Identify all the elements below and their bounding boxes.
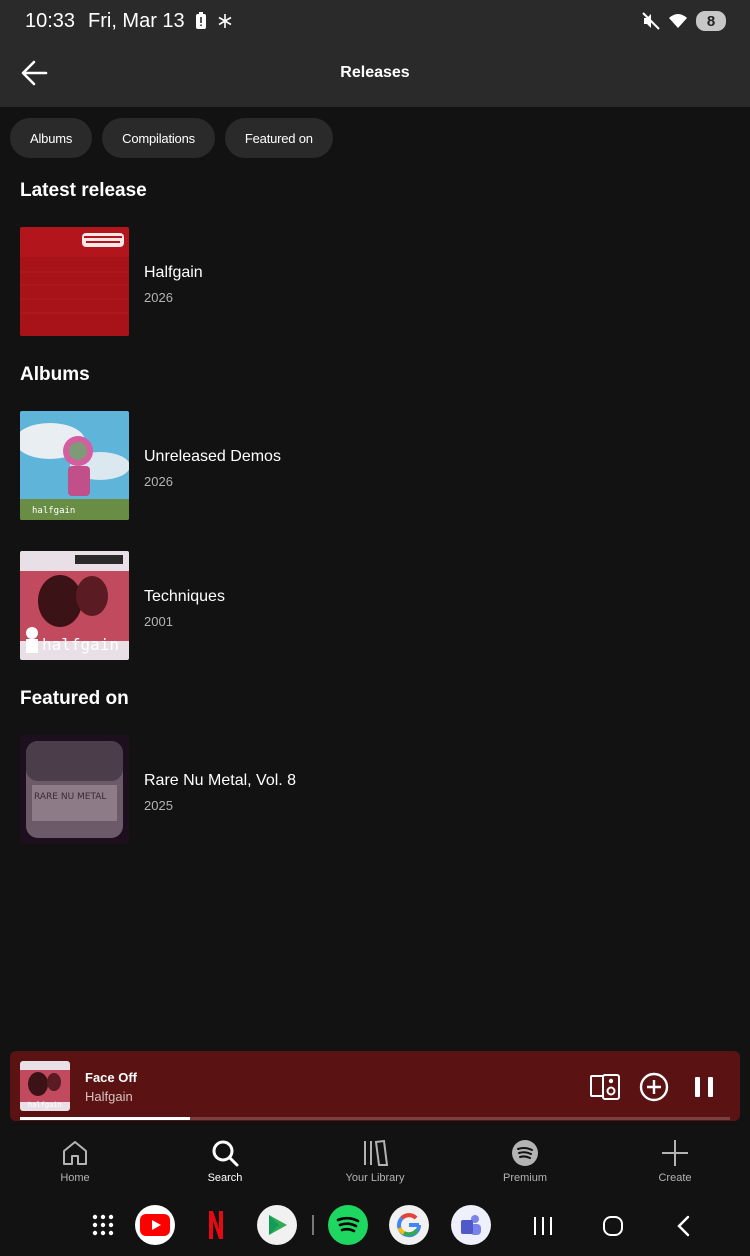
mini-player[interactable]: halfgain Face Off Halfgain: [10, 1051, 740, 1121]
chip-featured-on[interactable]: Featured on: [224, 118, 333, 158]
nav-home[interactable]: Home: [20, 1138, 130, 1184]
album-year: 2026: [144, 474, 173, 489]
battery-badge: 8: [696, 11, 726, 31]
nav-premium[interactable]: Premium: [470, 1138, 580, 1184]
svg-text:halfgain: halfgain: [42, 635, 119, 654]
page-title: Releases: [340, 64, 410, 81]
spotify-app-icon[interactable]: [328, 1205, 368, 1245]
teams-icon[interactable]: [451, 1205, 491, 1245]
featured-title: Rare Nu Metal, Vol. 8: [144, 772, 297, 789]
section-title-featured: Featured on: [20, 688, 129, 709]
album-row[interactable]: halfgain Unreleased Demos 2026: [20, 411, 730, 521]
nav-create-label: Create: [658, 1172, 692, 1184]
nav-create[interactable]: Create: [620, 1138, 730, 1184]
unreleased-demos-cover: halfgain: [20, 411, 129, 520]
play-games-icon[interactable]: [257, 1205, 297, 1245]
battery-alert-icon: [196, 12, 206, 29]
section-title-albums: Albums: [20, 364, 90, 385]
release-year: 2026: [144, 290, 173, 305]
progress-fill: [20, 1117, 191, 1120]
filter-chips: Albums Compilations Featured on: [10, 118, 333, 158]
add-to-playlist-icon[interactable]: [637, 1070, 671, 1104]
library-icon: [364, 1139, 389, 1166]
wifi-icon: [669, 14, 687, 28]
connect-device-icon[interactable]: [588, 1070, 622, 1104]
android-dock: [0, 1198, 750, 1256]
release-row[interactable]: Halfgain 2026: [20, 227, 730, 337]
nav-search[interactable]: Search: [170, 1138, 280, 1184]
halfgain-cover: [20, 227, 129, 336]
album-year: 2001: [144, 614, 173, 629]
nav-library-label: Your Library: [345, 1172, 405, 1184]
chip-compilations[interactable]: Compilations: [102, 118, 215, 158]
album-title: Techniques: [144, 588, 225, 605]
status-time: 10:33: [25, 10, 76, 32]
status-bar: 10:33 Fri, Mar 13 8: [0, 0, 750, 44]
plus-icon: [662, 1140, 688, 1166]
google-icon[interactable]: [389, 1205, 429, 1245]
youtube-icon[interactable]: [135, 1205, 175, 1245]
nav-premium-label: Premium: [502, 1172, 547, 1184]
now-playing-art: halfgain: [20, 1061, 70, 1111]
mute-icon: [642, 12, 660, 30]
techniques-cover: halfgain: [20, 551, 129, 660]
back-icon[interactable]: [674, 1215, 694, 1237]
bottom-nav: Home Search Your Library Premium Create: [0, 1128, 750, 1198]
spotify-icon: [512, 1140, 538, 1166]
search-icon: [212, 1140, 239, 1167]
home-button-icon[interactable]: [602, 1215, 624, 1237]
section-title-latest: Latest release: [20, 180, 147, 201]
recents-icon[interactable]: [531, 1215, 555, 1237]
app-drawer-icon[interactable]: [83, 1205, 123, 1245]
svg-text:RARE NU METAL: RARE NU METAL: [34, 792, 106, 802]
pause-icon[interactable]: [687, 1070, 721, 1104]
header: Releases: [0, 44, 750, 107]
svg-text:halfgain: halfgain: [28, 1101, 62, 1109]
home-icon: [63, 1141, 87, 1165]
netflix-icon[interactable]: [196, 1205, 236, 1245]
snowflake-icon: [218, 14, 232, 28]
nav-home-label: Home: [60, 1172, 90, 1184]
now-playing-artist: Halfgain: [85, 1089, 133, 1104]
dock-divider: [312, 1215, 314, 1235]
svg-text:halfgain: halfgain: [32, 506, 75, 516]
rare-nu-metal-cover: RARE NU METAL: [20, 735, 129, 844]
album-row[interactable]: halfgain Techniques 2001: [20, 551, 730, 661]
nav-search-label: Search: [207, 1172, 243, 1184]
chip-albums[interactable]: Albums: [10, 118, 93, 158]
status-date: Fri, Mar 13: [88, 10, 185, 32]
nav-library[interactable]: Your Library: [320, 1138, 430, 1184]
featured-year: 2025: [144, 798, 173, 813]
featured-row[interactable]: RARE NU METAL Rare Nu Metal, Vol. 8 2025: [20, 735, 730, 845]
album-title: Unreleased Demos: [144, 448, 281, 465]
now-playing-title: Face Off: [85, 1070, 138, 1085]
playback-progress[interactable]: [20, 1117, 730, 1120]
release-title: Halfgain: [144, 264, 203, 281]
